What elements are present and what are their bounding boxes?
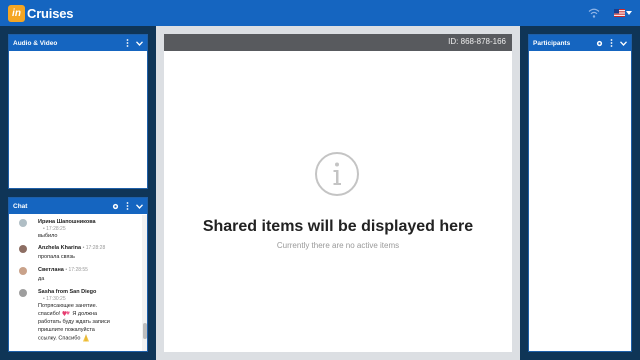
chevron-down-icon[interactable] [136,203,143,209]
chat-header: Chat [9,198,147,214]
avatar [19,289,27,297]
shared-content-canvas: ID: 868-878-166 Shared items will be dis… [164,34,512,352]
shared-content-area: ID: 868-878-166 Shared items will be dis… [156,26,520,360]
more-vertical-icon[interactable] [610,39,613,47]
logo-badge: in [8,4,25,22]
chat-message-text: да [38,276,45,282]
avatar [19,219,27,227]
chat-message-time: 17:28:55 [68,267,88,273]
chevron-down-icon[interactable] [626,11,632,15]
chat-title: Chat [13,202,28,210]
two-hearts-icon [62,311,70,317]
top-bar: in Cruises [0,0,640,26]
chat-message-author: Sasha from San Diego [38,289,97,295]
chat-message-author: Anzhela Kharina • 17:28:28 [38,245,106,251]
audio-video-title: Audio & Video [13,39,58,47]
empty-state-title: Shared items will be displayed here [202,218,474,235]
audio-video-header: Audio & Video [9,35,147,51]
chat-message-time: 17:28:28 [85,245,106,251]
audio-video-panel: Audio & Video [8,34,148,189]
chat-scrollbar[interactable] [142,215,147,351]
chat-panel: Chat Ирина Шапошникова • 17:28:25 выбило… [8,197,148,352]
chat-message-text: пропала связь [38,254,75,260]
empty-state-subtitle: Currently there are no active items [276,241,400,250]
chat-message-author: Ирина Шапошникова [38,219,96,225]
gear-icon[interactable] [596,40,603,47]
more-vertical-icon[interactable] [126,202,129,210]
chat-message-author: Светлана • 17:28:55 [38,267,88,273]
avatar [19,267,27,275]
chat-message-text: Потрясающее занятие. спасибо! Я должна р… [38,303,110,342]
chevron-down-icon[interactable] [620,40,627,46]
more-vertical-icon[interactable] [126,39,129,47]
participants-panel: Participants [528,34,632,352]
share-toolbar: ID: 868-878-166 [164,34,512,51]
gear-icon[interactable] [112,203,119,210]
praying-hands-icon [82,334,89,342]
logo-text: Cruises [27,5,74,21]
chevron-down-icon[interactable] [136,40,143,46]
meeting-id-label: ID: 868-878-166 [448,37,506,46]
info-icon [315,152,359,196]
avatar [19,245,27,253]
incruises-logo[interactable]: in Cruises [8,4,73,22]
participants-header: Participants [529,35,631,51]
chat-message-text: выбило [38,233,58,239]
chat-message-list[interactable]: Ирина Шапошникова • 17:28:25 выбило Anzh… [9,215,141,351]
participants-title: Participants [533,39,571,47]
wifi-icon[interactable] [588,7,600,19]
chat-scroll-thumb[interactable] [143,323,147,339]
us-flag-icon[interactable] [614,9,625,17]
